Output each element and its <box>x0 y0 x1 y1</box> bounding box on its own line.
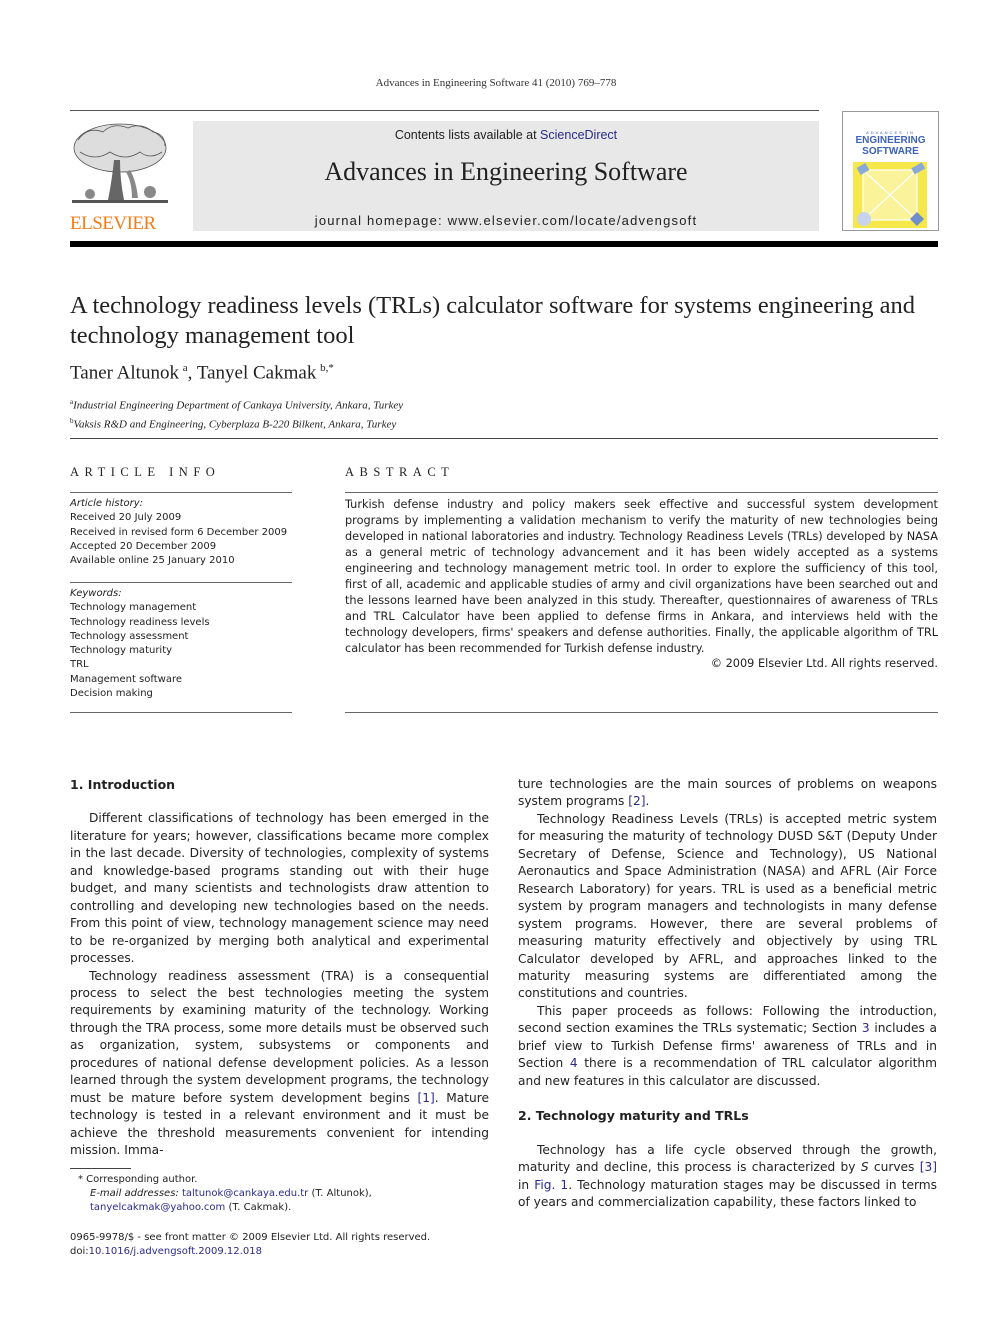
history-item: Accepted 20 December 2009 <box>70 540 217 552</box>
keyword: Decision making <box>70 688 153 700</box>
running-head: Advances in Engineering Software 41 (201… <box>375 77 617 89</box>
journal-masthead: Contents lists available at ScienceDirec… <box>193 121 819 231</box>
author-affil-mark: a <box>182 362 188 374</box>
divider <box>345 492 938 493</box>
article-history: Article history: Received 20 July 2009 R… <box>70 497 287 568</box>
divider <box>70 492 292 493</box>
history-label: Article history: <box>70 498 144 509</box>
title-divider <box>70 438 938 439</box>
article-title: A technology readiness levels (TRLs) cal… <box>70 292 915 349</box>
issn-line: 0965-9978/$ - see front matter © 2009 El… <box>70 1232 431 1243</box>
paragraph: This paper proceeds as follows: Followin… <box>518 1003 938 1088</box>
elsevier-wordmark: ELSEVIER <box>70 213 156 234</box>
citation-link[interactable]: [3] <box>920 1160 937 1174</box>
divider <box>70 582 292 583</box>
author-name[interactable]: Tanyel Cakmak <box>197 362 317 383</box>
doi-link[interactable]: 10.1016/j.advengsoft.2009.12.018 <box>89 1246 262 1257</box>
corresponding-author-note: * Corresponding author. <box>78 1174 198 1185</box>
section-link[interactable]: 4 <box>570 1056 578 1070</box>
keywords: Keywords: Technology management Technolo… <box>70 587 210 701</box>
affiliation: aIndustrial Engineering Department of Ca… <box>70 398 404 412</box>
affiliation: bVaksis R&D and Engineering, Cyberplaza … <box>70 416 397 431</box>
section-heading: 2. Technology maturity and TRLs <box>518 1108 749 1124</box>
abstract-copyright: © 2009 Elsevier Ltd. All rights reserved… <box>710 657 938 670</box>
keywords-label: Keywords: <box>70 588 122 599</box>
author-affil-mark: b,* <box>320 362 334 374</box>
paragraph: Technology readiness assessment (TRA) is… <box>70 968 489 1158</box>
keyword: TRL <box>70 659 89 671</box>
paragraph: Different classifications of technology … <box>70 811 489 966</box>
keyword: Management software <box>70 673 182 685</box>
header-thick-rule <box>70 241 938 247</box>
journal-cover: ADVANCES IN ENGINEERING SOFTWARE <box>842 111 939 231</box>
history-item: Received 20 July 2009 <box>70 512 182 524</box>
keyword: Technology management <box>70 602 197 614</box>
email-link[interactable]: tanyelcakmak@yahoo.com <box>90 1202 225 1213</box>
elsevier-logo: ELSEVIER <box>70 120 172 234</box>
author-list: Taner Altunok a, Tanyel Cakmak b,* <box>70 362 334 384</box>
divider <box>70 712 292 713</box>
journal-homepage[interactable]: journal homepage: www.elsevier.com/locat… <box>193 213 819 228</box>
footnotes: * Corresponding author. E-mail addresses… <box>70 1173 489 1215</box>
elsevier-tree-icon <box>70 120 170 208</box>
history-item: Available online 25 January 2010 <box>70 555 235 567</box>
email-note: E-mail addresses: taltunok@cankaya.edu.t… <box>90 1188 372 1213</box>
keyword: Technology maturity <box>70 645 173 657</box>
section-link[interactable]: 3 <box>862 1021 870 1035</box>
header-rule <box>70 110 819 111</box>
section-heading: 1. Introduction <box>70 777 176 792</box>
keyword: Technology assessment <box>70 630 189 642</box>
abstract-text: Turkish defense industry and policy make… <box>345 498 938 655</box>
body-column-left: 1. Introduction Different classification… <box>70 776 489 1160</box>
email-link[interactable]: taltunok@cankaya.edu.tr <box>182 1188 308 1199</box>
paragraph-continued: ture technologies are the main sources o… <box>518 777 937 809</box>
cover-art-icon <box>853 162 927 228</box>
article-info-heading: ARTICLE INFO <box>70 465 221 479</box>
issn-block: 0965-9978/$ - see front matter © 2009 El… <box>70 1231 430 1259</box>
paragraph: Technology has a life cycle observed thr… <box>518 1142 938 1209</box>
doi-line: doi:10.1016/j.advengsoft.2009.12.018 <box>70 1246 262 1257</box>
keyword: Technology readiness levels <box>70 616 210 628</box>
citation-link[interactable]: [1] <box>418 1091 435 1105</box>
affiliations: aIndustrial Engineering Department of Ca… <box>70 395 403 432</box>
sciencedirect-link[interactable]: ScienceDirect <box>540 128 617 142</box>
body-column-right: ture technologies are the main sources o… <box>518 776 937 1211</box>
history-item: Received in revised form 6 December 2009 <box>70 526 288 538</box>
footnote-rule <box>70 1168 131 1169</box>
cover-title: ENGINEERING SOFTWARE <box>855 135 926 157</box>
figure-link[interactable]: Fig. 1 <box>534 1178 568 1192</box>
journal-name: Advances in Engineering Software <box>324 157 688 186</box>
author-name[interactable]: Taner Altunok <box>70 362 179 383</box>
divider <box>345 712 938 713</box>
paragraph: Technology Readiness Levels (TRLs) is ac… <box>518 811 937 1001</box>
citation-link[interactable]: [2] <box>628 794 645 808</box>
abstract-heading: ABSTRACT <box>345 465 455 479</box>
contents-line: Contents lists available at ScienceDirec… <box>394 128 618 142</box>
